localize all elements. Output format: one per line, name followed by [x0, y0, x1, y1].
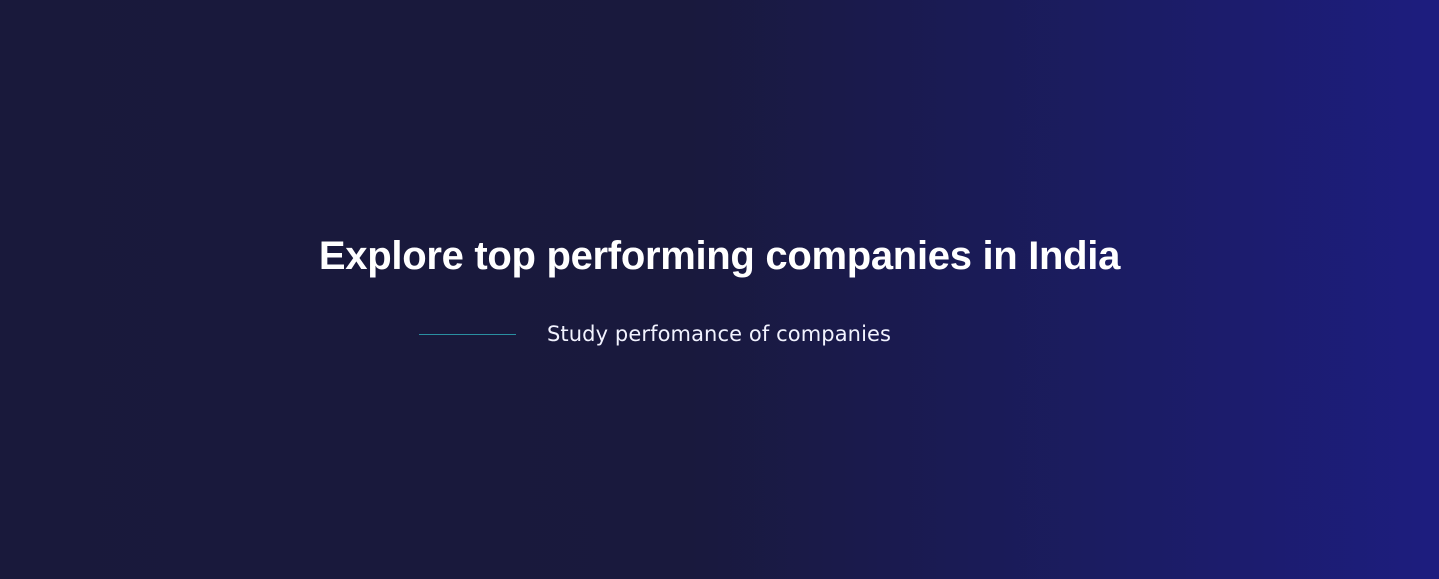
hero-section: Explore top performing companies in Indi…: [0, 0, 1439, 579]
accent-divider: [419, 333, 516, 335]
hero-title: Explore top performing companies in Indi…: [318, 234, 1121, 278]
hero-subtitle: Study perfomance of companies: [547, 322, 892, 346]
subtitle-row: Study perfomance of companies: [419, 318, 891, 350]
